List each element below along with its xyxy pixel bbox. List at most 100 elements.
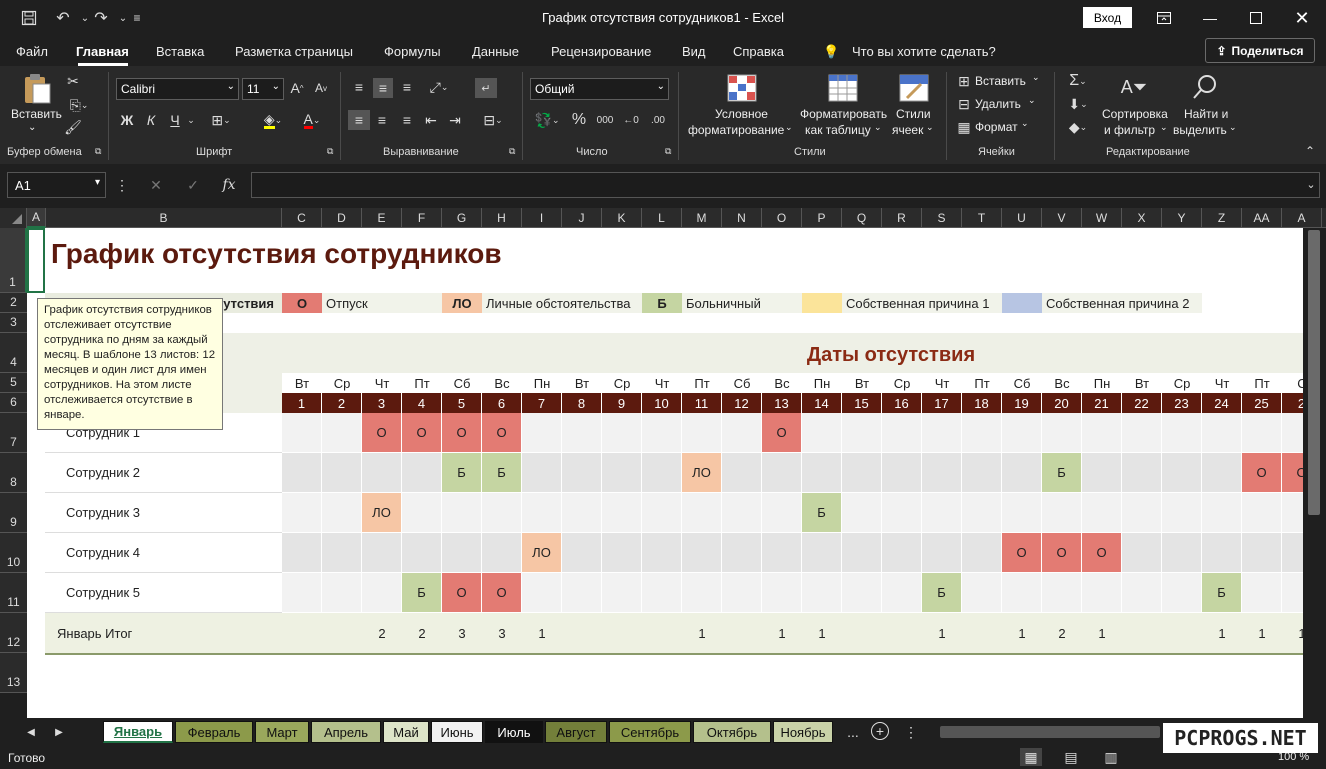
day-cell[interactable] [762,493,802,533]
column-header[interactable]: AA [1242,208,1282,228]
column-header[interactable]: M [682,208,722,228]
orientation-icon[interactable]: ⤢ ⌄ [424,78,454,96]
row-header[interactable]: 5 [0,373,27,393]
day-cell[interactable] [322,533,362,573]
column-header[interactable]: D [322,208,362,228]
absence-mark[interactable]: О [1282,453,1303,493]
borders-icon[interactable]: ⊞ ⌄ [207,110,235,130]
sheet-tab[interactable]: Июнь [431,721,483,743]
employee-name[interactable]: Сотрудник 5 [45,573,282,613]
day-cell[interactable] [1122,413,1162,453]
day-cell[interactable] [602,493,642,533]
column-header[interactable]: G [442,208,482,228]
day-cell[interactable] [922,453,962,493]
column-header[interactable]: N [722,208,762,228]
italic-button[interactable]: К [142,110,160,130]
day-cell[interactable] [562,493,602,533]
day-cell[interactable] [282,573,322,613]
day-cell[interactable] [1162,493,1202,533]
absence-mark[interactable]: О [1042,533,1082,573]
column-header[interactable]: J [562,208,602,228]
column-header[interactable]: H [482,208,522,228]
increase-indent-icon[interactable]: ⇥ [446,110,464,130]
absence-mark[interactable]: Б [482,453,522,493]
tab-file[interactable]: Файл [16,44,48,59]
column-header[interactable]: A [27,208,46,228]
paste-button[interactable]: Вставить [11,107,62,121]
row-header[interactable]: 10 [0,533,27,573]
day-cell[interactable] [522,453,562,493]
day-cell[interactable] [522,493,562,533]
sheet-tab[interactable]: Июль [485,721,543,743]
absence-mark[interactable]: О [482,573,522,613]
share-button[interactable]: ⇪ Поделиться [1205,38,1315,63]
day-cell[interactable] [962,493,1002,533]
day-cell[interactable] [1202,413,1242,453]
day-cell[interactable] [642,573,682,613]
day-cell[interactable] [1242,413,1282,453]
tab-review[interactable]: Рецензирование [551,44,651,59]
expand-formula-icon[interactable]: ⌄ [1303,176,1319,192]
day-cell[interactable] [1282,533,1303,573]
column-header[interactable]: E [362,208,402,228]
sort-filter-icon[interactable]: A⏷ [1118,72,1150,102]
day-cell[interactable] [1002,493,1042,533]
day-cell[interactable] [1122,533,1162,573]
absence-mark[interactable]: Б [1202,573,1242,613]
bold-button[interactable]: Ж [118,110,136,130]
format-cells-icon[interactable]: ▦ [955,118,973,136]
day-cell[interactable] [842,453,882,493]
sheet-tab[interactable]: Февраль [175,721,253,743]
employee-name[interactable]: Сотрудник 4 [45,533,282,573]
tab-view[interactable]: Вид [682,44,706,59]
save-icon[interactable] [14,0,44,36]
day-cell[interactable] [1042,493,1082,533]
more-sheets-button[interactable]: ... [845,724,861,740]
sheet-tab[interactable]: Октябрь [693,721,771,743]
conditional-formatting-label-1[interactable]: Условное [715,107,768,121]
row-header[interactable]: 7 [0,413,27,453]
page-break-view-icon[interactable]: ▥ [1100,748,1122,766]
sheet-tab[interactable]: Май [383,721,429,743]
alignment-launcher-icon[interactable]: ⧉ [509,146,515,157]
day-cell[interactable] [762,533,802,573]
tab-data[interactable]: Данные [472,44,519,59]
row-header[interactable]: 8 [0,453,27,493]
day-cell[interactable] [282,493,322,533]
day-cell[interactable] [682,413,722,453]
tell-me-search[interactable]: Что вы хотите сделать? [852,44,996,59]
day-cell[interactable] [562,573,602,613]
column-header[interactable]: I [522,208,562,228]
column-header[interactable]: S [922,208,962,228]
format-cells-button[interactable]: Формат [975,120,1018,134]
day-cell[interactable] [442,533,482,573]
row-header[interactable]: 11 [0,573,27,613]
column-header[interactable]: Q [842,208,882,228]
day-cell[interactable] [842,533,882,573]
day-cell[interactable] [1082,493,1122,533]
day-cell[interactable] [962,453,1002,493]
delete-cells-icon[interactable]: ⊟ [955,95,973,113]
employee-name[interactable]: Сотрудник 3 [45,493,282,533]
day-cell[interactable] [322,573,362,613]
day-cell[interactable] [642,493,682,533]
day-cell[interactable] [322,493,362,533]
day-cell[interactable] [962,533,1002,573]
day-cell[interactable] [922,413,962,453]
format-as-table-icon[interactable] [826,72,860,104]
format-painter-icon[interactable]: 🖌 [64,118,82,136]
tab-home[interactable]: Главная [76,44,129,59]
vertical-scrollbar[interactable] [1303,228,1326,718]
day-cell[interactable] [1282,493,1303,533]
day-cell[interactable] [762,453,802,493]
day-cell[interactable] [682,493,722,533]
day-cell[interactable] [282,413,322,453]
normal-view-icon[interactable]: ▦ [1020,748,1042,766]
cut-icon[interactable]: ✂ [64,72,82,90]
day-cell[interactable] [562,413,602,453]
day-cell[interactable] [802,453,842,493]
day-cell[interactable] [1242,493,1282,533]
row-header[interactable]: 13 [0,653,27,693]
column-header[interactable]: Z [1202,208,1242,228]
row-header[interactable]: 4 [0,333,27,373]
